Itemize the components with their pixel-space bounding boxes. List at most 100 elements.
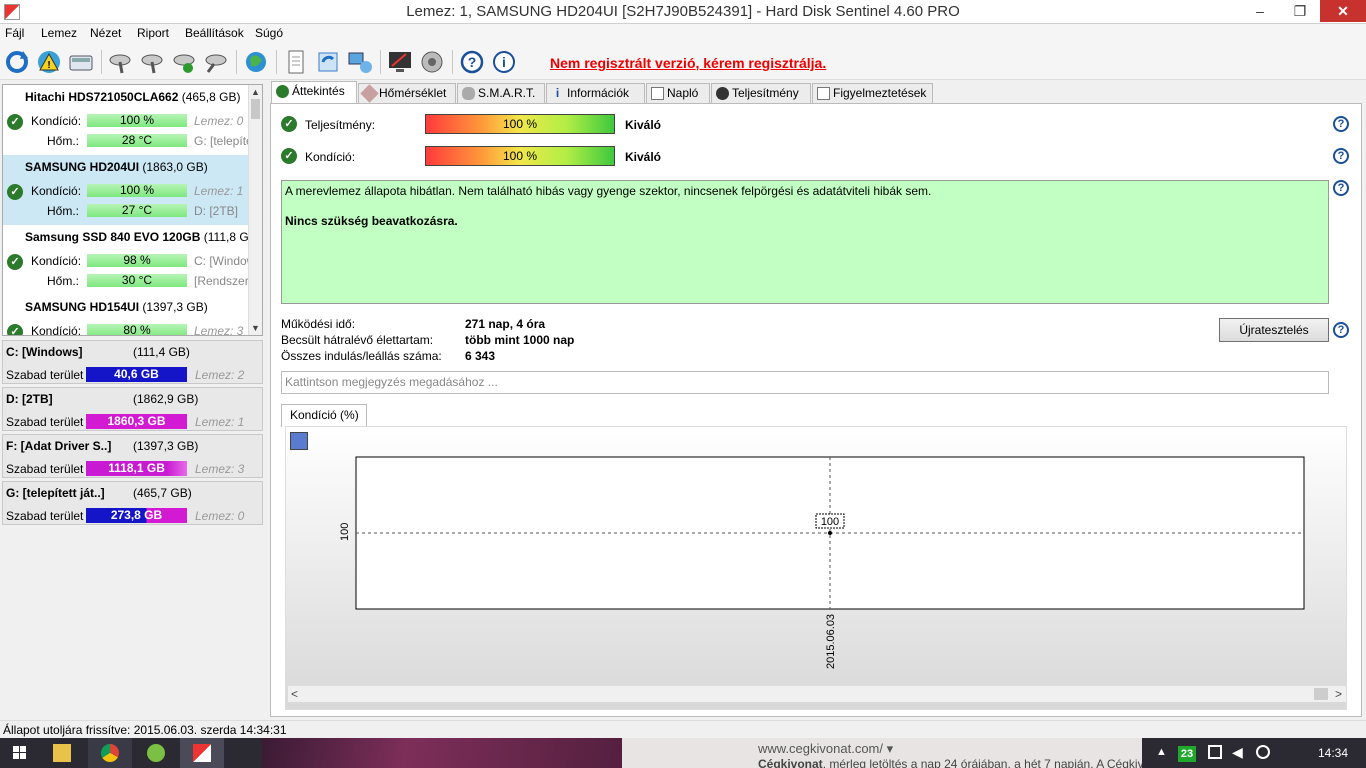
temperature-bar: 27 °C: [87, 204, 187, 217]
condition-bar: 100 %: [87, 114, 187, 127]
condition-rating: Kiváló: [625, 150, 662, 164]
data-point: [828, 531, 832, 535]
menu-settings[interactable]: Beállítások: [185, 26, 244, 40]
free-space-bar: 273,8 GB: [86, 508, 187, 523]
volume-icon[interactable]: ◀: [1232, 744, 1243, 761]
ok-icon: ✓: [7, 114, 23, 130]
condition-chart: 2015.06.03 100 100 < >: [285, 426, 1347, 710]
status-text: A merevlemez állapota hibátlan. Nem talá…: [285, 184, 932, 198]
status-bar: Állapot utoljára frissítve: 2015.06.03. …: [0, 720, 1366, 738]
drive-letters: D: [2TB]: [194, 204, 239, 218]
check-icon: [276, 85, 289, 98]
disk-item[interactable]: Samsung SSD 840 EVO 120GB (111,8 GB) ✓ K…: [3, 225, 261, 295]
partition-item[interactable]: F: [Adat Driver S..] (1397,3 GB) Szabad …: [2, 434, 263, 478]
maximize-button[interactable]: ❐: [1280, 0, 1320, 22]
disk-item[interactable]: Hitachi HDS721050CLA662 (465,8 GB) ✓ Kon…: [3, 85, 259, 155]
partition-name: F: [Adat Driver S..]: [6, 439, 112, 453]
partition-name: D: [2TB]: [6, 392, 53, 406]
sound-icon[interactable]: [418, 48, 446, 76]
menu-view[interactable]: Nézet: [90, 26, 121, 40]
monitor-icon[interactable]: [386, 48, 414, 76]
partition-item[interactable]: G: [telepített ját..] (465,7 GB) Szabad …: [2, 481, 263, 525]
free-space-label: Szabad terület: [6, 462, 84, 476]
close-button[interactable]: ✕: [1320, 0, 1366, 22]
taskbar-chrome[interactable]: [88, 738, 132, 768]
info-icon[interactable]: i: [490, 48, 518, 76]
chart-tab-condition[interactable]: Kondíció (%): [281, 404, 367, 427]
scroll-thumb[interactable]: [1314, 688, 1328, 700]
start-stop-label: Összes indulás/leállás száma:: [281, 349, 442, 363]
partition-item[interactable]: C: [Windows] (111,4 GB) Szabad terület 4…: [2, 340, 263, 384]
title-bar: Lemez: 1, SAMSUNG HD204UI [S2H7J90B52439…: [0, 0, 1366, 24]
network-icon[interactable]: [1256, 745, 1270, 759]
hdsentinel-icon: [193, 744, 211, 762]
log-icon: [651, 87, 664, 100]
menu-help[interactable]: Súgó: [255, 26, 283, 40]
scroll-left-icon[interactable]: <: [291, 687, 298, 701]
disk-size: (465,8 GB): [181, 90, 241, 104]
partition-size: (1862,9 GB): [133, 392, 199, 406]
help-icon[interactable]: ?: [1333, 148, 1349, 164]
report-icon[interactable]: [282, 48, 310, 76]
tab-temperature[interactable]: Hőmérséklet: [358, 83, 456, 104]
help-icon[interactable]: ?: [458, 48, 486, 76]
taskbar-utorrent[interactable]: [134, 738, 178, 768]
scroll-thumb[interactable]: [251, 99, 260, 119]
hdsentinel-tray-badge[interactable]: 23: [1178, 746, 1196, 762]
menu-report[interactable]: Riport: [137, 26, 169, 40]
help-icon[interactable]: ?: [1333, 322, 1349, 338]
chart-scrollbar[interactable]: < >: [288, 685, 1346, 702]
refresh-icon[interactable]: [3, 48, 31, 76]
disk-icon: [462, 87, 475, 100]
start-button[interactable]: [0, 738, 40, 768]
disk-number: Lemez: 0: [194, 114, 244, 128]
ok-icon: ✓: [7, 254, 23, 270]
preview-url[interactable]: www.cegkivonat.com/ ▾: [758, 741, 893, 757]
action-center-icon[interactable]: [1208, 745, 1222, 759]
globe-icon[interactable]: [242, 48, 270, 76]
minimize-button[interactable]: –: [1240, 0, 1280, 22]
tab-alerts[interactable]: Figyelmeztetések: [812, 83, 933, 104]
x-tick-label: 2015.06.03: [825, 614, 837, 669]
disk-ok-icon[interactable]: [170, 48, 198, 76]
register-link[interactable]: Nem regisztrált verzió, kérem regisztrál…: [550, 55, 826, 71]
taskbar-wallpaper: [262, 738, 622, 768]
disk-size: (1397,3 GB): [142, 300, 208, 314]
note-input[interactable]: Kattintson megjegyzés megadásához ...: [281, 371, 1329, 394]
svg-text:i: i: [502, 54, 506, 70]
help-icon[interactable]: ?: [1333, 116, 1349, 132]
scroll-down-icon[interactable]: ▼: [251, 323, 260, 333]
sync-icon[interactable]: [314, 48, 342, 76]
remaining-life-label: Becsült hátralévő élettartam:: [281, 333, 434, 347]
windows-icon: [13, 746, 26, 759]
network-icon[interactable]: [346, 48, 374, 76]
disk-tools-icon[interactable]: [202, 48, 230, 76]
disk-test-icon[interactable]: [106, 48, 134, 76]
partition-item[interactable]: D: [2TB] (1862,9 GB) Szabad terület 1860…: [2, 387, 263, 431]
disk-item-selected[interactable]: SAMSUNG HD204UI (1863,0 GB) ✓ Kondíció: …: [3, 155, 249, 225]
tab-smart[interactable]: S.M.A.R.T.: [457, 83, 545, 104]
retest-button[interactable]: Újratesztelés: [1219, 318, 1329, 342]
taskbar-hdsentinel[interactable]: [180, 738, 224, 768]
partition-name: G: [telepített ját..]: [6, 486, 105, 500]
free-space-bar: 1860,3 GB: [86, 414, 187, 429]
partition-disk: Lemez: 3: [195, 462, 245, 476]
disk-icon[interactable]: [67, 48, 95, 76]
disk-item[interactable]: SAMSUNG HD154UI (1397,3 GB) ✓ Kondíció: …: [3, 295, 249, 336]
taskbar-explorer[interactable]: [40, 738, 84, 768]
disk-list-scrollbar[interactable]: ▲ ▼: [248, 85, 262, 335]
clock[interactable]: 14:34: [1318, 746, 1348, 760]
disk-number: Lemez: 3: [194, 324, 244, 336]
menu-disk[interactable]: Lemez: [41, 26, 77, 40]
scroll-up-icon[interactable]: ▲: [251, 87, 260, 97]
tray-arrow-icon[interactable]: ▲: [1156, 746, 1167, 758]
tab-information[interactable]: i Információk: [546, 83, 645, 104]
disk-smart-icon[interactable]: [138, 48, 166, 76]
tab-performance[interactable]: Teljesítmény: [711, 83, 811, 104]
tab-overview[interactable]: Áttekintés: [271, 81, 357, 104]
tab-log[interactable]: Napló: [646, 83, 710, 104]
help-icon[interactable]: ?: [1333, 180, 1349, 196]
menu-file[interactable]: Fájl: [5, 26, 24, 40]
scroll-right-icon[interactable]: >: [1335, 687, 1342, 701]
alert-icon[interactable]: !: [35, 48, 63, 76]
